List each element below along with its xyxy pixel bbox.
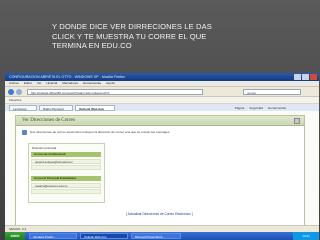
search-input[interactable]: google [243, 88, 301, 95]
favorites-bar: Favoritos [5, 97, 319, 104]
menu-item-marcadores[interactable]: Marcadores [62, 81, 78, 86]
close-icon[interactable] [294, 117, 300, 124]
browser-screenshot: CONFIGURACION ABRIETA EL OTTO - WINDOWS … [5, 73, 319, 240]
account-type-label: Correo E Personal Estudiantes [31, 176, 101, 181]
window-controls [294, 74, 317, 80]
taskbar-item[interactable]: Outlook Web App [80, 233, 128, 239]
email-address-row[interactable]: deiprof.antiquo@hotmail.com [31, 159, 101, 164]
menu-item-historial[interactable]: Historial [46, 81, 57, 86]
maximize-button[interactable] [302, 74, 309, 80]
taskbar-item[interactable]: Microsoft PowerPoint... [131, 233, 181, 239]
menu-item-archivo[interactable]: Archivo [9, 81, 19, 86]
email-address-row[interactable]: usuario@ensoron.edu.co [31, 183, 101, 188]
window-title: CONFIGURACION ABRIETA EL OTTO - WINDOWS … [9, 75, 125, 79]
taskbar-item[interactable]: Ventajas Positiv... [29, 233, 77, 239]
window-title-bar: CONFIGURACION ABRIETA EL OTTO - WINDOWS … [5, 73, 319, 81]
taskbar: inicio Ventajas Positiv... Outlook Web A… [5, 232, 319, 240]
menu-item-ver[interactable]: Ver [37, 81, 42, 86]
info-text: Sus direcciones de correo electrónico in… [30, 130, 171, 134]
minimize-button[interactable] [294, 74, 301, 80]
dialog-header: Ver Direcciones de Correo [16, 116, 304, 126]
owa-dialog: Ver Direcciones de Correo Sus direccione… [15, 115, 305, 229]
info-message: Sus direcciones de correo electrónico in… [22, 129, 298, 135]
empty-row [31, 189, 101, 194]
info-icon [22, 129, 27, 135]
address-bar[interactable]: http://outlook.office365.com/owa/?realm=… [27, 88, 203, 95]
slide-caption: Y DONDE DICE VER DIRRECIONES LE DAS CLIC… [52, 22, 212, 51]
empty-row [31, 165, 101, 170]
update-addresses-link[interactable]: [ Actualizar Direcciones de Correo Elect… [126, 212, 193, 216]
addresses-box: Dirección primaria Correo de Institucion… [28, 143, 105, 203]
account-type-label: Correo de Institucional [31, 152, 101, 157]
box-title: Dirección primaria [32, 146, 57, 150]
favorites-button[interactable]: Favoritos [9, 98, 21, 102]
status-bar: SESION: 0.4 [5, 225, 319, 232]
address-toolbar: http://outlook.office365.com/owa/?realm=… [5, 87, 319, 97]
page-content: Ver Direcciones de Correo Sus direccione… [5, 111, 319, 232]
menu-item-ayuda[interactable]: Ayuda [106, 81, 114, 86]
back-arrow-icon[interactable] [8, 88, 14, 95]
start-button[interactable]: inicio [5, 232, 25, 240]
system-tray-clock: 10:41 [293, 232, 319, 240]
menu-item-editar[interactable]: Editar [24, 81, 32, 86]
close-button[interactable] [310, 74, 317, 80]
dialog-title: Ver Direcciones de Correo [22, 118, 76, 123]
menu-item-herramientas[interactable]: Herramientas [83, 81, 101, 86]
forward-arrow-icon[interactable] [16, 88, 22, 95]
